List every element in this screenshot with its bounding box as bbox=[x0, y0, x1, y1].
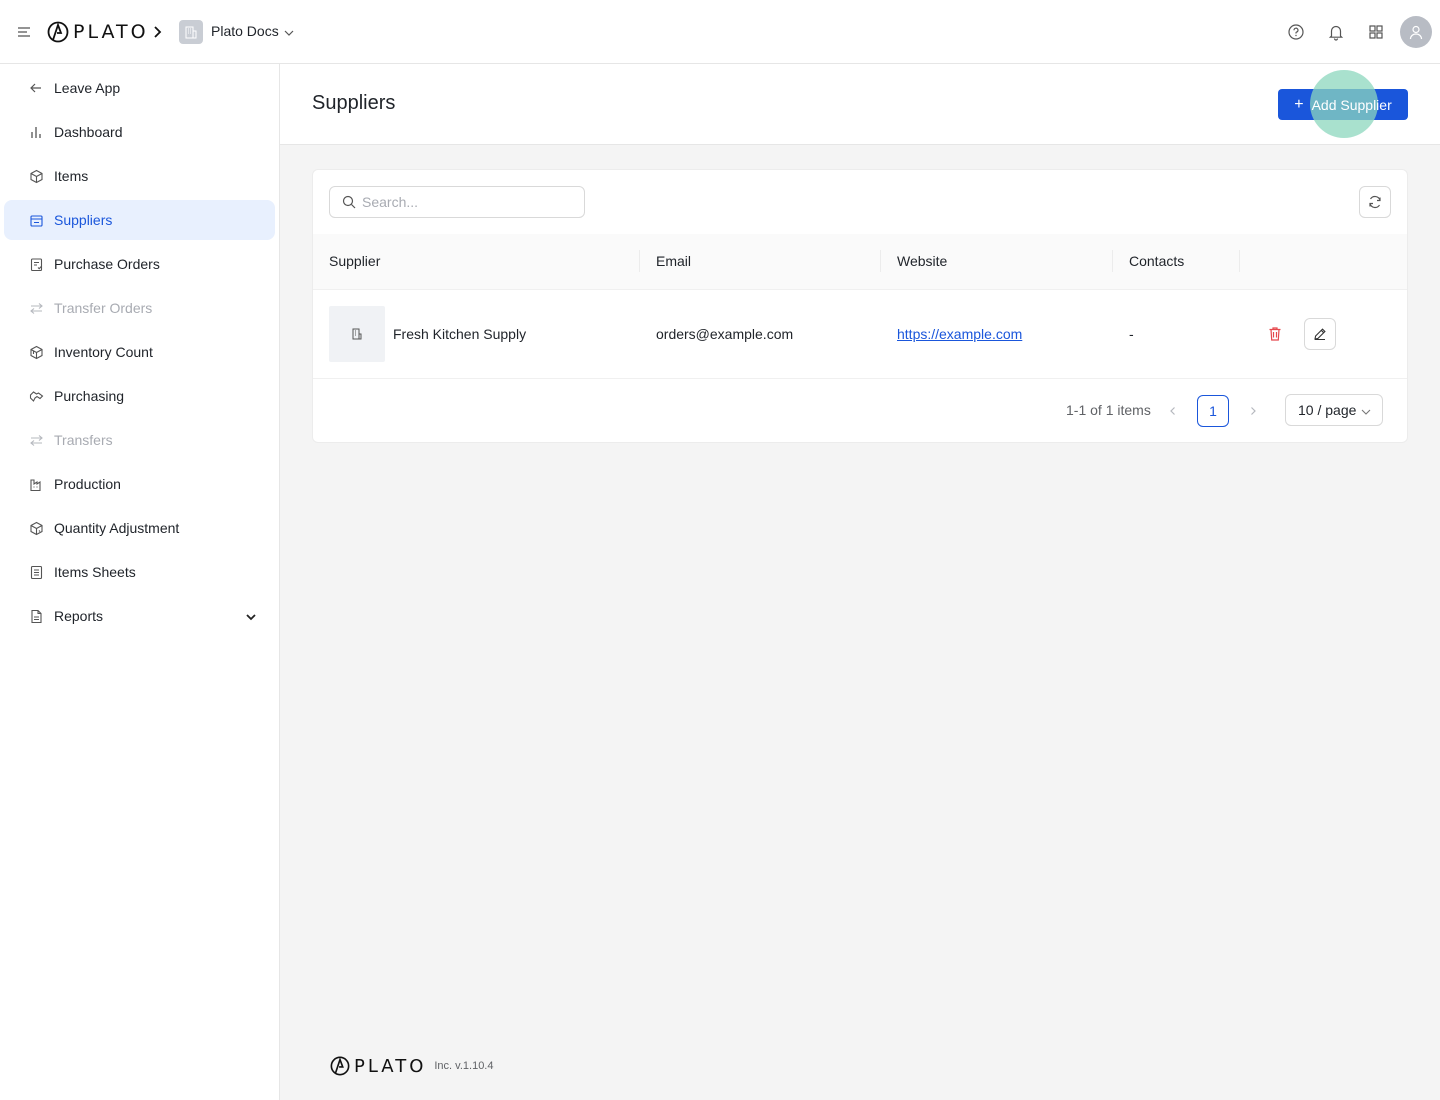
brand-logo[interactable]: PLATO bbox=[47, 21, 149, 43]
factory-icon bbox=[28, 476, 44, 492]
column-header-supplier[interactable]: Supplier bbox=[329, 253, 380, 269]
sidebar-item-inventory-count[interactable]: Inventory Count bbox=[4, 332, 275, 372]
supplier-email: orders@example.com bbox=[656, 326, 794, 342]
sidebar-item-purchase-orders[interactable]: Purchase Orders bbox=[4, 244, 275, 284]
column-header-website[interactable]: Website bbox=[897, 253, 947, 269]
chevron-down-icon[interactable] bbox=[283, 26, 295, 38]
edit-button[interactable] bbox=[1304, 318, 1336, 350]
page-size-value: 10 / page bbox=[1298, 402, 1357, 418]
org-building-icon[interactable] bbox=[179, 20, 203, 44]
page-size-select[interactable]: 10 / page bbox=[1285, 394, 1383, 426]
add-supplier-button[interactable]: + Add Supplier bbox=[1278, 89, 1408, 120]
user-avatar[interactable] bbox=[1400, 16, 1432, 48]
column-divider bbox=[1239, 250, 1240, 272]
search-input[interactable] bbox=[362, 194, 572, 210]
sidebar-item-label: Inventory Count bbox=[54, 344, 153, 360]
clipboard-icon bbox=[28, 256, 44, 272]
top-bar: PLATO Plato Docs bbox=[0, 0, 1440, 64]
sidebar-item-label: Transfers bbox=[54, 432, 113, 448]
footer-version: Inc. v.1.10.4 bbox=[434, 1060, 494, 1072]
column-divider bbox=[639, 250, 640, 272]
footer-brand-name: PLATO bbox=[354, 1055, 427, 1077]
column-header-contacts[interactable]: Contacts bbox=[1129, 253, 1184, 269]
chevron-right-icon bbox=[152, 24, 164, 40]
sidebar-item-transfers[interactable]: Transfers bbox=[4, 420, 275, 460]
sheet-icon bbox=[28, 564, 44, 580]
sidebar-item-suppliers[interactable]: Suppliers bbox=[4, 200, 275, 240]
sidebar-item-label: Items Sheets bbox=[54, 564, 136, 580]
sidebar-item-production[interactable]: Production bbox=[4, 464, 275, 504]
apps-grid-icon[interactable] bbox=[1365, 21, 1387, 43]
sidebar-item-label: Transfer Orders bbox=[54, 300, 153, 316]
chevron-down-icon[interactable] bbox=[245, 610, 257, 622]
pagination-next-icon[interactable] bbox=[1245, 403, 1261, 419]
sidebar-item-label: Dashboard bbox=[54, 124, 123, 140]
search-box[interactable] bbox=[329, 186, 585, 218]
pagination-page-button[interactable]: 1 bbox=[1197, 395, 1229, 427]
sidebar-item-leave-app[interactable]: Leave App bbox=[4, 68, 275, 108]
sidebar-item-transfer-orders[interactable]: Transfer Orders bbox=[4, 288, 275, 328]
supplier-contacts: - bbox=[1129, 326, 1134, 342]
boxes-icon bbox=[28, 344, 44, 360]
box-icon bbox=[28, 168, 44, 184]
delete-button[interactable] bbox=[1265, 324, 1285, 344]
sidebar-item-label: Production bbox=[54, 476, 121, 492]
store-icon bbox=[28, 212, 44, 228]
sidebar-item-dashboard[interactable]: Dashboard bbox=[4, 112, 275, 152]
pencil-icon bbox=[1314, 328, 1326, 341]
arrow-left-icon bbox=[28, 80, 44, 96]
sidebar-item-items-sheets[interactable]: Items Sheets bbox=[4, 552, 275, 592]
pagination-total: 1-1 of 1 items bbox=[1066, 402, 1151, 418]
sidebar-item-reports[interactable]: Reports bbox=[4, 596, 275, 636]
add-supplier-label: Add Supplier bbox=[1311, 96, 1392, 113]
supplier-thumbnail bbox=[329, 306, 385, 362]
plus-icon: + bbox=[1294, 95, 1304, 113]
table-header: Supplier Email Website Contacts bbox=[313, 234, 1407, 290]
table-row[interactable]: Fresh Kitchen Supply orders@example.com … bbox=[313, 290, 1407, 379]
menu-fold-icon[interactable] bbox=[16, 24, 32, 40]
transfer-icon bbox=[28, 300, 44, 316]
bar-chart-icon bbox=[28, 124, 44, 140]
column-divider bbox=[1112, 250, 1113, 272]
sidebar-item-label: Items bbox=[54, 168, 89, 184]
sidebar-item-label: Quantity Adjustment bbox=[54, 520, 180, 536]
report-icon bbox=[28, 608, 44, 624]
sidebar-item-quantity-adjustment[interactable]: Quantity Adjustment bbox=[4, 508, 275, 548]
suppliers-card: Supplier Email Website Contacts Fresh Ki… bbox=[312, 169, 1408, 443]
transfer-icon bbox=[28, 432, 44, 448]
box-adjust-icon bbox=[28, 520, 44, 536]
page-title: Suppliers bbox=[312, 92, 396, 114]
search-icon bbox=[342, 195, 356, 209]
footer-brand: PLATO Inc. v.1.10.4 bbox=[330, 1055, 494, 1077]
brand-name: PLATO bbox=[73, 21, 149, 43]
supplier-name[interactable]: Fresh Kitchen Supply bbox=[393, 326, 526, 342]
refresh-icon bbox=[1369, 195, 1381, 209]
pagination-prev-icon[interactable] bbox=[1165, 403, 1181, 419]
sidebar-item-items[interactable]: Items bbox=[4, 156, 275, 196]
sidebar: Leave App Dashboard Items Suppliers Purc… bbox=[0, 64, 280, 1100]
trash-icon bbox=[1269, 327, 1281, 341]
column-header-email[interactable]: Email bbox=[656, 253, 691, 269]
user-icon bbox=[1409, 25, 1423, 40]
supplier-website-link[interactable]: https://example.com bbox=[897, 326, 1022, 342]
sidebar-item-label: Suppliers bbox=[54, 212, 113, 228]
plato-logo-icon bbox=[47, 21, 69, 43]
page-header: Suppliers + Add Supplier bbox=[280, 64, 1440, 145]
bell-icon[interactable] bbox=[1325, 21, 1347, 43]
handshake-icon bbox=[28, 388, 44, 404]
refresh-button[interactable] bbox=[1359, 186, 1391, 218]
plato-logo-icon bbox=[330, 1056, 350, 1076]
sidebar-item-label: Purchasing bbox=[54, 388, 125, 404]
sidebar-item-purchasing[interactable]: Purchasing bbox=[4, 376, 275, 416]
help-icon[interactable] bbox=[1285, 21, 1307, 43]
chevron-down-icon bbox=[1360, 405, 1372, 417]
sidebar-item-label: Reports bbox=[54, 608, 104, 624]
sidebar-item-label: Purchase Orders bbox=[54, 256, 160, 272]
column-divider bbox=[880, 250, 881, 272]
org-name[interactable]: Plato Docs bbox=[211, 23, 279, 39]
sidebar-item-label: Leave App bbox=[54, 80, 121, 96]
building-icon bbox=[352, 328, 362, 340]
